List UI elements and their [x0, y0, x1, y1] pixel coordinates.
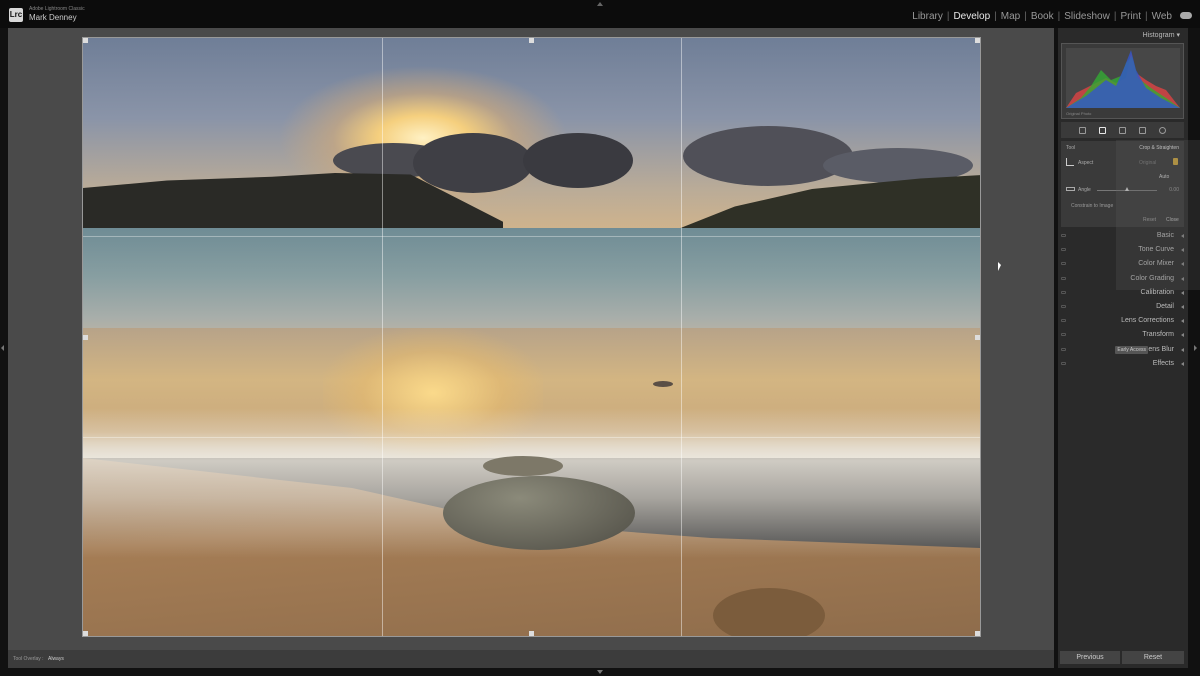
- crop-handle-left[interactable]: [83, 335, 88, 340]
- tool-overlay-label: Tool Overlay :: [13, 656, 44, 662]
- filmstrip-toggle-icon[interactable]: [597, 670, 603, 674]
- section-toggle-icon[interactable]: [1061, 361, 1066, 365]
- aspect-label: Aspect: [1078, 160, 1094, 166]
- histogram-title: Histogram: [1142, 32, 1175, 39]
- expand-triangle-icon: [1181, 333, 1184, 338]
- histogram-graph: [1066, 48, 1180, 108]
- module-separator: |: [1113, 11, 1117, 22]
- masking-icon[interactable]: [1159, 126, 1166, 134]
- crop-handle-top-right[interactable]: [975, 38, 980, 43]
- straighten-tool-icon[interactable]: [1066, 187, 1075, 191]
- module-book[interactable]: Book: [1031, 11, 1054, 22]
- expand-triangle-icon: [1181, 290, 1184, 295]
- red-eye-icon[interactable]: [1139, 126, 1146, 134]
- previous-button[interactable]: Previous: [1060, 651, 1120, 664]
- healing-brush-icon[interactable]: [1119, 126, 1126, 134]
- photo-cloud: [683, 126, 853, 186]
- constrain-to-image-checkbox[interactable]: Constrain to Image: [1071, 203, 1113, 209]
- section-label: Lens Blur: [1144, 345, 1174, 353]
- crop-grid-line: [382, 38, 383, 636]
- module-separator: |: [1145, 11, 1148, 22]
- module-web[interactable]: Web: [1152, 11, 1172, 22]
- photo-rock: [653, 381, 673, 387]
- left-panel-toggle-icon[interactable]: [1, 345, 4, 351]
- expand-triangle-icon: [1181, 319, 1184, 324]
- module-map[interactable]: Map: [1001, 11, 1020, 22]
- photo-preview[interactable]: [82, 37, 981, 637]
- module-separator: |: [1057, 11, 1061, 22]
- photo-rock: [483, 456, 563, 476]
- section-detail[interactable]: Detail: [1058, 300, 1188, 314]
- panel-hover-overlay: [1116, 140, 1200, 290]
- section-label: Detail: [1156, 302, 1174, 310]
- crop-handle-top-left[interactable]: [83, 38, 88, 43]
- crop-handle-right[interactable]: [975, 335, 980, 340]
- crop-handle-bottom[interactable]: [529, 631, 534, 636]
- module-library[interactable]: Library: [912, 11, 943, 22]
- right-panel-toggle-icon[interactable]: [1194, 345, 1197, 351]
- crop-handle-top[interactable]: [529, 38, 534, 43]
- photo-cloud: [413, 133, 533, 193]
- angle-label: Angle: [1078, 187, 1091, 193]
- section-lens-blur[interactable]: Early Access Lens Blur: [1058, 343, 1188, 357]
- photo-cloud: [523, 133, 633, 188]
- module-print[interactable]: Print: [1120, 11, 1141, 22]
- mouse-cursor-icon: [998, 262, 1001, 271]
- histogram-header[interactable]: Histogram ▾: [1058, 28, 1188, 40]
- module-separator: |: [1024, 11, 1027, 22]
- section-toggle-icon[interactable]: [1061, 290, 1066, 294]
- app-name: Adobe Lightroom Classic: [29, 6, 85, 12]
- expand-triangle-icon: [1181, 304, 1184, 309]
- user-name: Mark Denney: [29, 13, 77, 22]
- module-separator: |: [994, 11, 997, 22]
- early-access-badge: Early Access: [1115, 345, 1148, 354]
- section-label: Effects: [1152, 359, 1174, 367]
- section-lens-corrections[interactable]: Lens Corrections: [1058, 314, 1188, 328]
- section-toggle-icon[interactable]: [1061, 347, 1066, 351]
- cloud-sync-icon[interactable]: [1180, 12, 1192, 19]
- crop-grid-line: [83, 437, 980, 438]
- reset-button[interactable]: Reset: [1122, 651, 1184, 664]
- lightroom-logo-icon: Lrc: [9, 8, 23, 22]
- section-toggle-icon[interactable]: [1061, 234, 1066, 237]
- top-bar: Lrc Adobe Lightroom Classic Mark Denney …: [0, 0, 1200, 28]
- top-panel-toggle-icon[interactable]: [597, 2, 603, 6]
- photo-rock: [443, 476, 635, 550]
- crop-handle-bottom-right[interactable]: [975, 631, 980, 636]
- crop-frame-icon[interactable]: [1066, 158, 1074, 166]
- histogram: Original Photo: [1061, 43, 1184, 119]
- crop-tool-label: Tool: [1066, 145, 1076, 151]
- expand-triangle-icon: [1181, 361, 1184, 366]
- section-toggle-icon[interactable]: [1061, 276, 1066, 280]
- module-picker: Library | Develop | Map | Book | Slidesh…: [912, 11, 1172, 22]
- section-label: Transform: [1142, 331, 1174, 339]
- section-toggle-icon[interactable]: [1061, 248, 1066, 252]
- section-transform[interactable]: Transform: [1058, 328, 1188, 342]
- section-toggle-icon[interactable]: [1061, 262, 1066, 266]
- module-separator: |: [946, 11, 950, 22]
- edit-sliders-icon[interactable]: [1079, 126, 1086, 134]
- crop-grid-line: [83, 236, 980, 237]
- section-toggle-icon[interactable]: [1061, 333, 1066, 337]
- section-label: Lens Corrections: [1121, 317, 1174, 325]
- module-develop[interactable]: Develop: [953, 11, 990, 22]
- tool-overlay-toolbar: Tool Overlay : Always: [8, 650, 1054, 668]
- right-panel: Histogram ▾ Original Photo Tool Crop & S…: [1058, 28, 1188, 668]
- crop-handle-bottom-left[interactable]: [83, 631, 88, 636]
- module-slideshow[interactable]: Slideshow: [1064, 11, 1110, 22]
- section-effects[interactable]: Effects: [1058, 357, 1188, 371]
- develop-tool-strip: [1061, 122, 1184, 138]
- original-photo-checkbox[interactable]: Original Photo: [1066, 111, 1091, 116]
- section-toggle-icon[interactable]: [1061, 304, 1066, 308]
- crop-tool-icon[interactable]: [1099, 126, 1106, 134]
- section-toggle-icon[interactable]: [1061, 319, 1066, 323]
- photo-rock: [713, 588, 825, 636]
- crop-grid-line: [681, 38, 682, 636]
- expand-triangle-icon: [1181, 347, 1184, 352]
- histogram-chart: [1066, 50, 1180, 108]
- tool-overlay-select[interactable]: Always: [48, 656, 64, 662]
